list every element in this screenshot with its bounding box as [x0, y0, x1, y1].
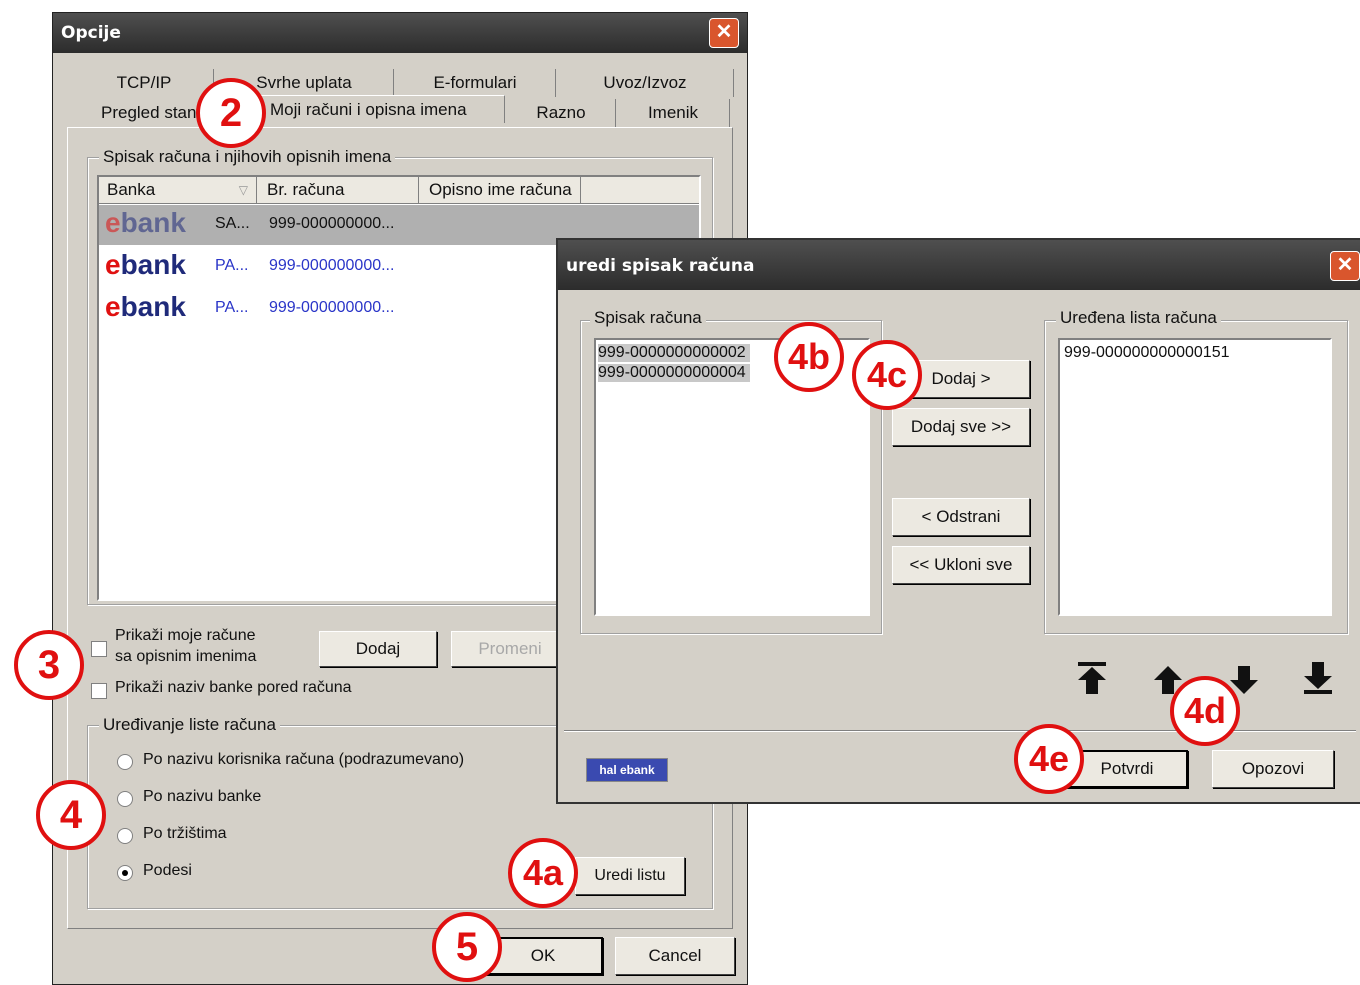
uredi-spisak-dialog: uredi spisak računa ✕ Spisak računa 999-…	[556, 238, 1360, 804]
add-all-button[interactable]: Dodaj sve >>	[892, 408, 1030, 446]
bank-logo: ebank	[105, 249, 186, 280]
step-marker-5: 5	[432, 912, 502, 982]
move-top-icon[interactable]	[1074, 660, 1110, 696]
account-type: PA...	[215, 299, 249, 316]
list-item[interactable]: 999-0000000000002	[598, 344, 750, 362]
account-type: SA...	[215, 215, 250, 232]
step-marker-4c: 4c	[852, 340, 922, 410]
ordered-accounts-list[interactable]: 999-000000000000151	[1058, 338, 1332, 616]
radio-custom[interactable]	[117, 865, 133, 881]
account-number: 999-000000000...	[269, 215, 395, 232]
column-header-banka[interactable]: Banka ▽	[99, 177, 257, 203]
step-marker-4: 4	[36, 780, 106, 850]
ordering-group-label: Uređivanje liste računa	[99, 715, 280, 735]
radio-by-owner-label: Po nazivu korisnika računa (podrazumevan…	[143, 751, 465, 768]
radio-custom-label: Podesi	[143, 862, 192, 879]
step-marker-4a: 4a	[508, 838, 578, 908]
show-descriptive-line2: sa opisnim imenima	[115, 648, 257, 665]
step-marker-2: 2	[196, 78, 266, 148]
uredi-titlebar: uredi spisak računa	[558, 240, 1360, 290]
uredjena-lista-label: Uređena lista računa	[1056, 308, 1221, 328]
account-number: 999-000000000...	[269, 257, 395, 274]
show-bank-name-label: Prikaži naziv banke pored računa	[115, 679, 352, 696]
tab-uvoz-izvoz[interactable]: Uvoz/Izvoz	[557, 69, 734, 97]
move-bottom-icon[interactable]	[1300, 660, 1336, 696]
bank-logo: ebank	[105, 291, 186, 322]
show-descriptive-line1: Prikaži moje račune	[115, 627, 256, 644]
remove-all-button[interactable]: << Ukloni sve	[892, 546, 1030, 584]
tab-pregled-stanja[interactable]: Pregled stan	[73, 99, 215, 127]
radio-by-bank-label: Po nazivu banke	[143, 788, 262, 805]
sort-arrow-icon: ▽	[238, 183, 248, 197]
step-marker-4b: 4b	[774, 322, 844, 392]
step-marker-4d: 4d	[1170, 676, 1240, 746]
column-header-banka-label: Banka	[107, 180, 156, 199]
add-button[interactable]: Dodaj	[319, 631, 437, 667]
edit-list-button[interactable]: Uredi listu	[575, 857, 685, 895]
column-header-br-racuna[interactable]: Br. računa	[257, 177, 419, 203]
column-header-opisno-ime[interactable]: Opisno ime računa	[419, 177, 581, 203]
show-descriptive-names-label: Prikaži moje račune sa opisnim imenima	[115, 625, 256, 667]
radio-by-owner[interactable]	[117, 754, 133, 770]
cancel-edit-button[interactable]: Opozovi	[1212, 750, 1334, 788]
radio-by-bank[interactable]	[117, 791, 133, 807]
change-button[interactable]: Promeni	[451, 631, 569, 667]
accounts-group-label: Spisak računa i njihovih opisnih imena	[99, 147, 396, 167]
opcije-title: Opcije	[61, 23, 121, 43]
step-marker-4e: 4e	[1014, 724, 1084, 794]
show-descriptive-names-checkbox[interactable]	[91, 641, 107, 657]
tab-e-formulari[interactable]: E-formulari	[395, 69, 556, 97]
tab-imenik[interactable]: Imenik	[617, 99, 730, 127]
opcije-close-button[interactable]: ✕	[709, 18, 739, 48]
cancel-button[interactable]: Cancel	[615, 937, 735, 975]
list-item[interactable]: 999-0000000000004	[598, 364, 750, 382]
confirm-button[interactable]: Potvrdi	[1066, 750, 1188, 788]
hal-ebank-logo-text: hal ebank	[599, 763, 655, 777]
step-marker-3: 3	[14, 630, 84, 700]
remove-account-button[interactable]: < Odstrani	[892, 498, 1030, 536]
tab-tcpip[interactable]: TCP/IP	[75, 69, 214, 97]
radio-by-market-label: Po tržištima	[143, 825, 227, 842]
spisak-racuna-label: Spisak računa	[590, 308, 706, 328]
opcije-titlebar: Opcije	[53, 13, 747, 53]
hal-ebank-logo: hal ebank	[586, 758, 668, 782]
bank-logo: ebank	[105, 207, 186, 238]
tab-razno[interactable]: Razno	[507, 99, 616, 127]
uredi-close-button[interactable]: ✕	[1330, 251, 1360, 281]
show-bank-name-checkbox[interactable]	[91, 683, 107, 699]
list-item[interactable]: 999-000000000000151	[1064, 344, 1230, 362]
footer-separator	[564, 730, 1356, 732]
radio-by-market[interactable]	[117, 828, 133, 844]
uredi-title: uredi spisak računa	[566, 256, 755, 276]
account-number: 999-000000000...	[269, 299, 395, 316]
account-type: PA...	[215, 257, 249, 274]
